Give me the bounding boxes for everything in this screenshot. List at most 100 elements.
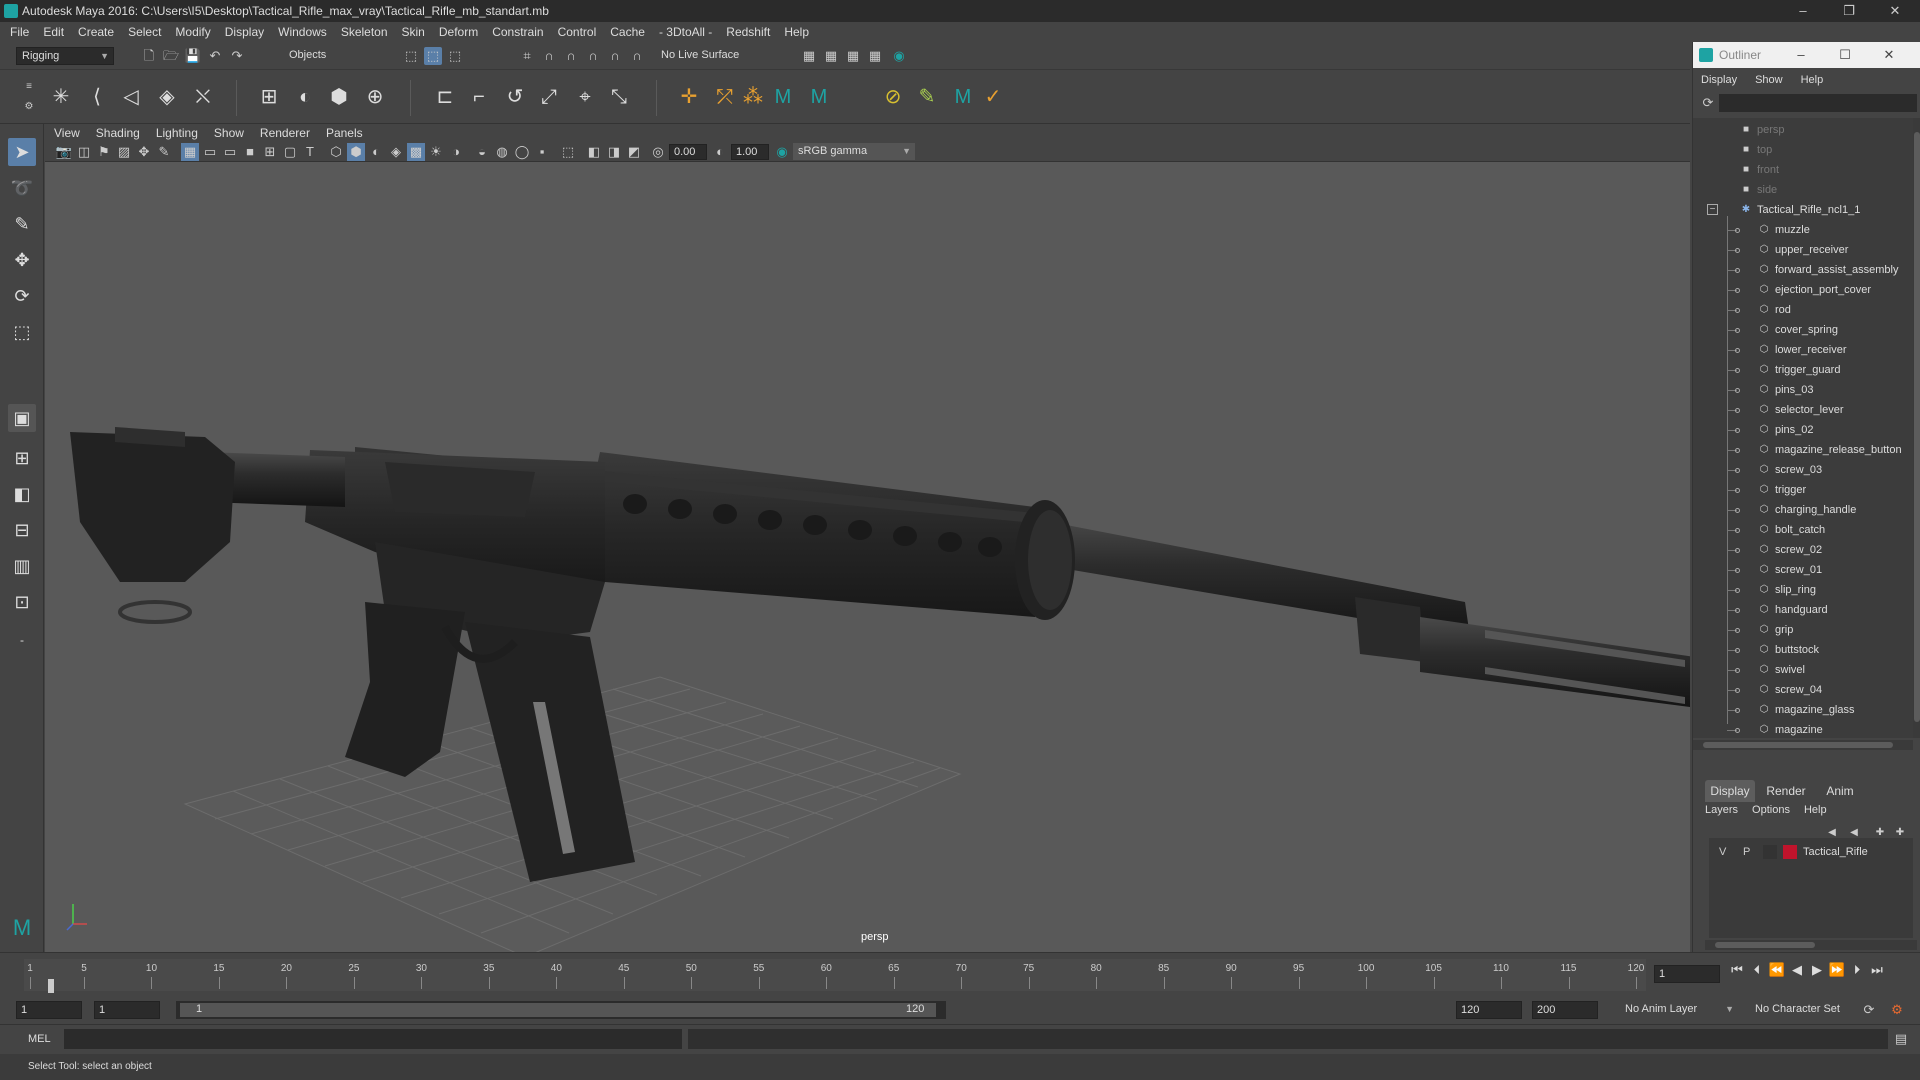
parent-constraint-icon[interactable]: ⊏ [432,84,458,110]
grid-toggle-icon[interactable]: ▦ [181,143,199,161]
rotate-tool-icon[interactable]: ⟳ [8,282,36,310]
range-slider-bar[interactable] [180,1003,936,1017]
animation-preferences-icon[interactable]: ⚙ [1888,1001,1906,1019]
resolution-gate-icon[interactable]: ▭ [221,143,239,161]
layers-horizontal-scrollbar[interactable] [1705,940,1917,950]
select-tool-icon[interactable]: ➤ [8,138,36,166]
outliner-item-bolt-catch[interactable]: ⬡ bolt_catch [1693,520,1913,540]
animation-end-field[interactable]: 200 [1532,1001,1598,1019]
screen-space-ao-icon[interactable]: ◒ [473,143,491,161]
maya-script-3-icon[interactable]: M [950,84,976,110]
scrollbar-thumb[interactable] [1703,742,1893,748]
live-surface-field[interactable]: No Live Surface [656,47,756,65]
shelf-menu-icon[interactable]: ≡ [20,78,38,96]
menu-help[interactable]: Help [784,25,809,39]
menu-edit[interactable]: Edit [43,25,64,39]
scrollbar-thumb[interactable] [1715,942,1815,948]
undo-icon[interactable]: ↶ [206,47,224,65]
playback-end-field[interactable]: 120 [1456,1001,1522,1019]
menu-deform[interactable]: Deform [439,25,478,39]
minimize-button[interactable]: – [1780,0,1826,22]
wireframe-on-shaded-icon[interactable]: ◈ [387,143,405,161]
persp-graph-layout-icon[interactable]: ⊟ [8,516,36,544]
outliner-item-upper-receiver[interactable]: ⬡ upper_receiver [1693,240,1913,260]
set-driven-key-icon[interactable]: ⤱ [712,84,738,110]
ik-spline-icon[interactable]: ◁ [118,84,144,110]
character-set-dropdown[interactable]: No Character Set [1750,1001,1862,1019]
go-to-start-icon[interactable]: ⏮ [1728,961,1746,979]
outliner-item-magazine[interactable]: ⬡ magazine [1693,720,1913,738]
outliner-menu-show[interactable]: Show [1755,74,1783,86]
color-space-dropdown[interactable]: sRGB gamma ▼ [793,143,915,160]
outliner-item-persp[interactable]: ■ persp [1693,120,1913,140]
open-scene-icon[interactable]: 🗁 [162,47,180,65]
close-button[interactable]: ✕ [1872,0,1918,22]
menu-cache[interactable]: Cache [610,25,645,39]
skeleton-icon[interactable]: ⁂ [740,84,766,110]
outliner-item-lower-receiver[interactable]: ⬡ lower_receiver [1693,340,1913,360]
panel-menu-lighting[interactable]: Lighting [156,126,198,140]
outliner-close-button[interactable]: ✕ [1869,42,1909,68]
menu-create[interactable]: Create [78,25,114,39]
tab-display[interactable]: Display [1705,780,1755,802]
locator-icon[interactable]: ✛ [676,84,702,110]
menu-skeleton[interactable]: Skeleton [341,25,388,39]
outliner-item-ejection-port-cover[interactable]: ⬡ ejection_port_cover [1693,280,1913,300]
step-back-frame-icon[interactable]: ⏴ [1748,961,1766,979]
gamma-icon[interactable]: ◐ [711,143,729,161]
outliner-search-input[interactable] [1719,94,1917,112]
panel-menu-view[interactable]: View [54,126,80,140]
outliner-item-swivel[interactable]: ⬡ swivel [1693,660,1913,680]
menu-set-dropdown[interactable]: Rigging ▼ [16,47,114,65]
safe-title-icon[interactable]: T [301,143,319,161]
outliner-item-muzzle[interactable]: ⬡ muzzle [1693,220,1913,240]
step-back-key-icon[interactable]: ⏪ [1768,961,1786,979]
layers-menu-layers[interactable]: Layers [1705,804,1738,816]
paint-select-tool-icon[interactable]: ✎ [8,210,36,238]
outliner-item-magazine-glass[interactable]: ⬡ magazine_glass [1693,700,1913,720]
outliner-item-front[interactable]: ■ front [1693,160,1913,180]
outliner-item-screw-02[interactable]: ⬡ screw_02 [1693,540,1913,560]
panel-menu-show[interactable]: Show [214,126,244,140]
hypershade-layout-icon[interactable]: ▥ [8,552,36,580]
go-to-end-icon[interactable]: ⏭ [1868,961,1886,979]
xray-components-icon[interactable]: ◩ [625,143,643,161]
outliner-vertical-scrollbar[interactable] [1913,118,1920,738]
perspective-viewport[interactable] [45,162,1690,952]
menu-constrain[interactable]: Constrain [492,25,543,39]
pole-vector-icon[interactable]: ⤡ [606,84,632,110]
shadows-icon[interactable]: ◑ [447,143,465,161]
outliner-refresh-icon[interactable]: ⟳ [1699,94,1717,112]
snap-point-icon[interactable]: ∩ [562,47,580,65]
layer-row[interactable]: V P Tactical_Rifle [1709,842,1909,862]
brush-tool-icon[interactable]: ✎ [914,84,940,110]
outliner-item-screw-04[interactable]: ⬡ screw_04 [1693,680,1913,700]
more-layouts-icon[interactable]: - [8,626,36,654]
time-slider-track[interactable]: 1 5 10 15 20 25 30 35 40 45 50 55 60 65 70 75 80 85 90 95 10… [24,959,1646,993]
playback-start-field[interactable]: 1 [94,1001,160,1019]
step-forward-key-icon[interactable]: ⏩ [1828,961,1846,979]
panel-menu-renderer[interactable]: Renderer [260,126,310,140]
outliner-item-side[interactable]: ■ side [1693,180,1913,200]
layer-display-type[interactable] [1763,845,1777,859]
tab-render[interactable]: Render [1761,780,1811,802]
motion-blur-icon[interactable]: ◍ [493,143,511,161]
bookmark-icon[interactable]: ⚑ [95,143,113,161]
image-plane-icon[interactable]: ▨ [115,143,133,161]
depth-of-field-icon[interactable]: ▪ [533,143,551,161]
outliner-item-pins-02[interactable]: ⬡ pins_02 [1693,420,1913,440]
play-backwards-icon[interactable]: ◀ [1788,961,1806,979]
mel-command-input[interactable] [64,1029,682,1049]
selection-mask-dropdown[interactable]: Objects [284,47,380,65]
outliner-item-rod[interactable]: ⬡ rod [1693,300,1913,320]
collapse-icon[interactable]: − [1707,204,1718,215]
render-view-icon[interactable]: ▦ [800,47,818,65]
new-scene-icon[interactable]: 🗋 [140,47,158,65]
single-perspective-layout-icon[interactable]: ▣ [8,404,36,432]
insert-joint-icon[interactable]: ◈ [154,84,180,110]
smooth-shade-icon[interactable]: ⬢ [347,143,365,161]
point-constraint-icon[interactable]: ⌐ [466,84,492,110]
auto-key-icon[interactable]: ⟳ [1860,1001,1878,1019]
outliner-item-screw-01[interactable]: ⬡ screw_01 [1693,560,1913,580]
panel-menu-panels[interactable]: Panels [326,126,363,140]
